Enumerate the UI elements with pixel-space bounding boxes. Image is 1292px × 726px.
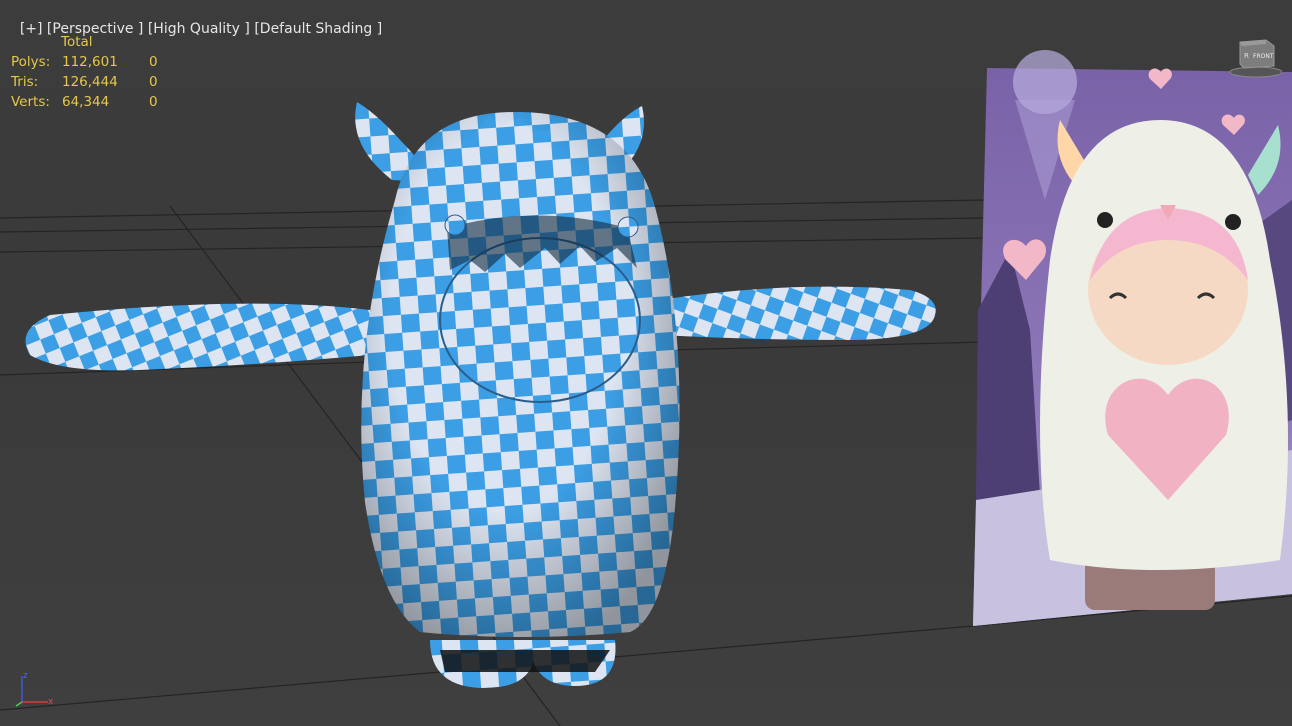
viewport-general-menu[interactable]: [+]	[20, 21, 43, 37]
stats-label: Polys:	[11, 54, 51, 70]
axis-z-label: z	[23, 671, 28, 681]
stats-label: Tris:	[11, 74, 39, 90]
stats-selected-value: 0	[149, 74, 158, 90]
viewport-quality-menu[interactable]: [High Quality ]	[148, 21, 250, 37]
viewport-scene[interactable]	[0, 0, 1292, 726]
stats-total-value: 112,601	[62, 54, 118, 70]
stats-total-value: 64,344	[62, 94, 110, 110]
axis-x-label: x	[48, 697, 54, 707]
stats-total-header: Total	[61, 34, 93, 50]
stats-total-value: 126,444	[62, 74, 118, 90]
viewport-shading-menu[interactable]: [Default Shading ]	[254, 21, 382, 37]
viewport-label-menu: [+] [Perspective ] [High Quality ] [Defa…	[2, 5, 382, 53]
axis-tripod: z x	[15, 671, 54, 707]
viewcube-side-label: R	[1244, 52, 1249, 60]
viewcube-front-label: FRONT	[1253, 53, 1274, 60]
viewcube[interactable]: R FRONT	[1222, 36, 1282, 78]
stats-label: Verts:	[11, 94, 50, 110]
stats-selected-value: 0	[149, 94, 158, 110]
yeti-character-model[interactable]	[25, 102, 936, 688]
perspective-viewport[interactable]: [+] [Perspective ] [High Quality ] [Defa…	[0, 0, 1292, 726]
reference-image-plane[interactable]	[973, 50, 1292, 626]
stats-selected-value: 0	[149, 54, 158, 70]
